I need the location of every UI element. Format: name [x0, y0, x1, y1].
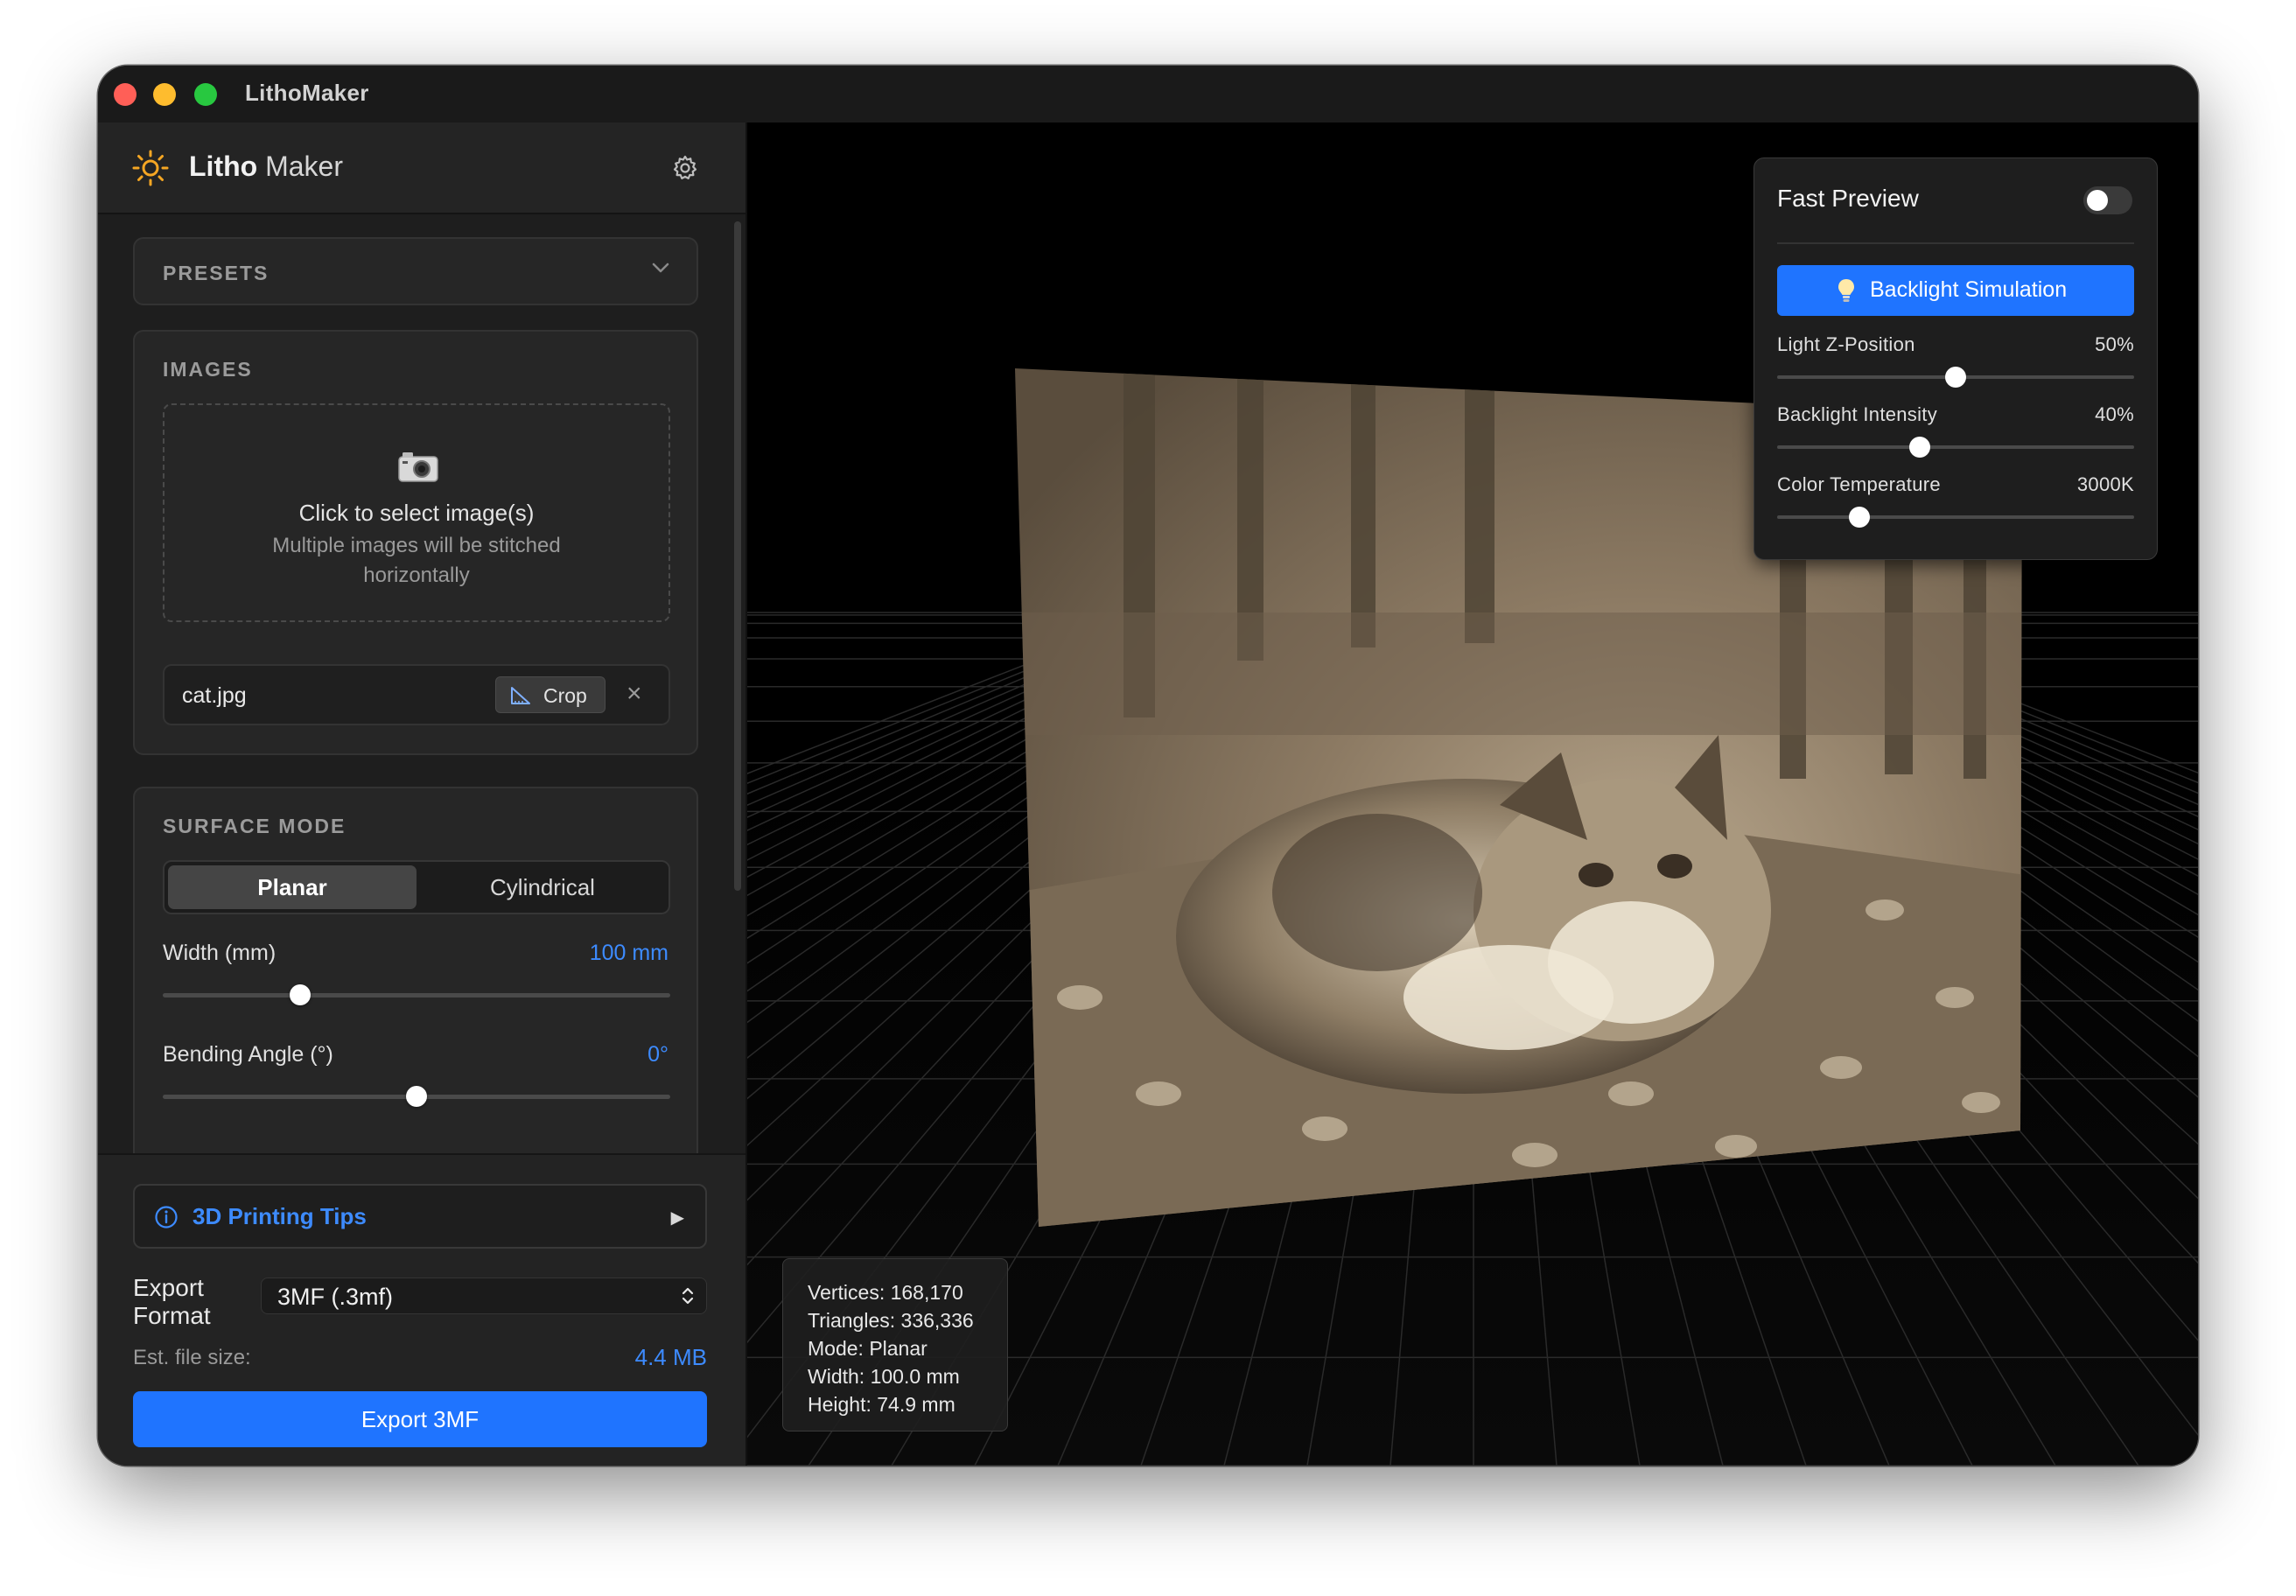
export-button[interactable]: Export 3MF	[133, 1391, 707, 1447]
backlight-intensity-thumb[interactable]	[1909, 437, 1931, 458]
surface-mode-title: SURFACE MODE	[163, 815, 346, 837]
stat-vertices: Vertices: 168,170	[808, 1281, 963, 1304]
presets-section[interactable]: PRESETS	[133, 237, 698, 305]
preview-settings-panel: Fast Preview Backlight Simulation Light …	[1754, 158, 2158, 560]
est-file-size-value: 4.4 MB	[634, 1344, 707, 1370]
width-slider-thumb[interactable]	[289, 984, 311, 1005]
backlight-simulation-label: Backlight Simulation	[1870, 277, 2068, 302]
stat-triangles: Triangles: 336,336	[808, 1309, 974, 1332]
sidebar-header: Litho Maker	[98, 122, 746, 214]
export-format-select[interactable]: 3MF (.3mf)	[261, 1278, 707, 1314]
width-value: 100 mm	[589, 941, 668, 965]
stat-mode: Mode: Planar	[808, 1337, 928, 1360]
est-file-size-label: Est. file size:	[133, 1346, 251, 1369]
info-icon	[155, 1206, 178, 1228]
surface-mode-section: SURFACE MODE Planar Cylindrical Width (m…	[133, 787, 698, 1153]
mode-option-planar[interactable]: Planar	[168, 865, 416, 909]
printing-tips-disclosure[interactable]: 3D Printing Tips ▶	[133, 1184, 707, 1249]
images-section: IMAGES Click to select image(s) Multiple…	[133, 330, 698, 755]
title-bar: LithoMaker	[98, 66, 2198, 123]
drop-zone-hint: Multiple images will be stitched horizon…	[272, 534, 561, 587]
printing-tips-label: 3D Printing Tips	[192, 1203, 367, 1229]
panel-divider	[1777, 242, 2134, 244]
chevron-updown-icon	[682, 1287, 694, 1305]
color-temperature-thumb[interactable]	[1848, 507, 1870, 528]
backlight-intensity-slider[interactable]	[1777, 437, 2134, 458]
lightbulb-icon	[1838, 279, 1854, 302]
presets-title: PRESETS	[163, 262, 270, 284]
window-title: LithoMaker	[245, 80, 369, 106]
mesh-stats-overlay: Vertices: 168,170 Triangles: 336,336 Mod…	[782, 1258, 1008, 1432]
file-name: cat.jpg	[182, 683, 247, 708]
gear-icon[interactable]	[671, 154, 699, 182]
width-label: Width (mm)	[163, 941, 276, 965]
image-file-row: cat.jpg Crop ×	[163, 664, 670, 725]
app-brand: Litho Maker	[189, 150, 343, 183]
chevron-down-icon	[652, 262, 669, 273]
fast-preview-toggle-knob	[2087, 190, 2108, 211]
color-temperature-label: Color Temperature	[1777, 473, 1941, 495]
sidebar-scroll-area[interactable]: PRESETS IMAGES Click to select image(s) …	[98, 214, 746, 1153]
sun-icon	[132, 150, 169, 186]
light-z-position-slider[interactable]	[1777, 367, 2134, 388]
bending-angle-slider[interactable]	[163, 1086, 670, 1107]
backlight-simulation-button[interactable]: Backlight Simulation	[1777, 265, 2134, 316]
close-window-button[interactable]	[114, 83, 136, 106]
color-temperature-slider[interactable]	[1777, 507, 2134, 528]
3d-viewport[interactable]: Vertices: 168,170 Triangles: 336,336 Mod…	[747, 122, 2198, 1466]
zoom-window-button[interactable]	[194, 83, 217, 106]
camera-icon	[398, 452, 438, 482]
stat-width: Width: 100.0 mm	[808, 1365, 960, 1388]
width-slider[interactable]	[163, 984, 670, 1005]
bending-angle-value: 0°	[648, 1042, 668, 1067]
light-z-position-value: 50%	[2095, 333, 2134, 355]
app-window: LithoMaker Litho Maker PRESETS IMAGES Cl…	[98, 66, 2198, 1466]
minimize-window-button[interactable]	[153, 83, 176, 106]
surface-mode-segmented-control: Planar Cylindrical	[163, 860, 670, 914]
backlight-intensity-label: Backlight Intensity	[1777, 403, 1938, 425]
fast-preview-toggle[interactable]	[2083, 186, 2132, 214]
remove-file-icon[interactable]: ×	[626, 678, 642, 710]
disclosure-arrow-icon: ▶	[670, 1208, 684, 1228]
crop-ruler-icon	[511, 687, 530, 704]
crop-label: Crop	[543, 684, 587, 707]
bending-angle-slider-thumb[interactable]	[406, 1086, 427, 1107]
mode-option-cylindrical[interactable]: Cylindrical	[418, 865, 667, 909]
sidebar-scrollbar[interactable]	[734, 221, 741, 891]
sidebar-footer: 3D Printing Tips ▶ Export Format 3MF (.3…	[98, 1153, 746, 1466]
stat-height: Height: 74.9 mm	[808, 1393, 956, 1416]
light-z-position-thumb[interactable]	[1945, 367, 1966, 388]
export-format-label: Export Format	[133, 1274, 211, 1329]
sidebar: Litho Maker PRESETS IMAGES Click to sele…	[98, 122, 747, 1466]
fast-preview-label: Fast Preview	[1777, 185, 1919, 212]
export-format-value: 3MF (.3mf)	[277, 1284, 393, 1310]
images-title: IMAGES	[163, 358, 253, 381]
color-temperature-value: 3000K	[2076, 473, 2134, 495]
backlight-intensity-value: 40%	[2095, 403, 2134, 425]
brand-part-2: Maker	[265, 150, 343, 182]
brand-part-1: Litho	[189, 150, 258, 182]
light-z-position-label: Light Z-Position	[1777, 333, 1915, 355]
drop-zone-title: Click to select image(s)	[298, 500, 535, 526]
image-drop-zone[interactable]: Click to select image(s) Multiple images…	[163, 403, 670, 622]
bending-angle-label: Bending Angle (°)	[163, 1042, 333, 1067]
crop-button[interactable]: Crop	[495, 676, 606, 713]
